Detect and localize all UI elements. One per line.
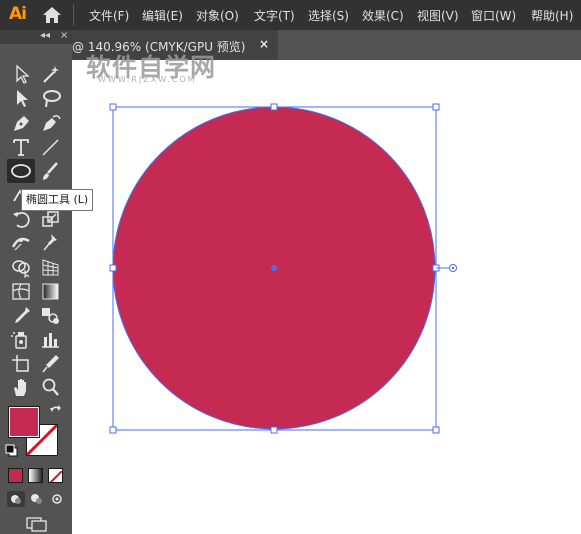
tools-panel-header: ◂◂ ×	[0, 30, 72, 44]
default-colors-icon[interactable]	[5, 444, 19, 458]
watermark: 软件自学网 WWW.RJZXW.COM	[86, 48, 216, 88]
watermark-url: WWW.RJZXW.COM	[98, 75, 197, 84]
type-tool-icon[interactable]	[9, 136, 35, 158]
draw-behind-icon[interactable]	[28, 491, 46, 507]
gradient-tool-icon[interactable]	[38, 280, 64, 302]
line-tool-icon[interactable]	[38, 136, 64, 158]
close-icon[interactable]: ×	[60, 30, 68, 41]
hand-tool-icon[interactable]	[9, 376, 35, 398]
shape-builder-icon[interactable]	[9, 256, 35, 278]
mesh-tool-icon[interactable]	[9, 280, 35, 302]
rotate-icon[interactable]	[9, 208, 35, 230]
width-tool-icon[interactable]	[9, 231, 35, 253]
draw-normal-icon[interactable]	[7, 491, 25, 507]
handle-top-center	[270, 103, 278, 111]
center-point	[271, 265, 277, 271]
tool-tooltip: 椭圆工具 (L)	[21, 189, 94, 211]
ellipse-tool-icon[interactable]	[7, 159, 35, 183]
gradient-mode-icon[interactable]	[28, 468, 43, 483]
fill-color-swatch[interactable]	[8, 406, 40, 438]
slice-tool-icon[interactable]	[38, 352, 64, 374]
tools-panel: ◂◂ ×	[0, 30, 72, 534]
perspective-grid-icon[interactable]	[38, 256, 64, 278]
color-mode-icon[interactable]	[8, 468, 23, 483]
eyedropper-icon[interactable]	[9, 304, 35, 326]
screen-mode-icon[interactable]	[24, 515, 50, 533]
handle-top-left	[109, 103, 117, 111]
handle-bottom-center	[270, 426, 278, 434]
handle-middle-left	[109, 264, 117, 272]
puppet-warp-icon[interactable]	[38, 231, 64, 253]
handle-bottom-right	[432, 426, 440, 434]
draw-inside-icon[interactable]	[48, 491, 66, 507]
collapse-icon[interactable]: ◂◂	[40, 30, 50, 41]
selection-tool-icon[interactable]	[9, 63, 35, 85]
artboard-tool-icon[interactable]	[9, 352, 35, 374]
curvature-icon[interactable]	[38, 112, 64, 134]
direct-selection-icon[interactable]	[9, 87, 35, 109]
column-graph-icon[interactable]	[38, 328, 64, 350]
none-mode-icon[interactable]	[48, 468, 63, 483]
scale-icon[interactable]	[38, 208, 64, 230]
paintbrush-icon[interactable]	[38, 160, 64, 182]
zoom-tool-icon[interactable]	[38, 376, 64, 398]
pen-tool-icon[interactable]	[9, 112, 35, 134]
symbol-sprayer-icon[interactable]	[9, 328, 35, 350]
swap-colors-icon[interactable]	[48, 404, 62, 418]
blend-tool-icon[interactable]	[38, 304, 64, 326]
handle-top-right	[432, 103, 440, 111]
lasso-icon[interactable]	[38, 87, 64, 109]
handle-bottom-left	[109, 426, 117, 434]
magic-wand-icon[interactable]	[38, 63, 64, 85]
pie-widget-dot	[451, 266, 455, 270]
